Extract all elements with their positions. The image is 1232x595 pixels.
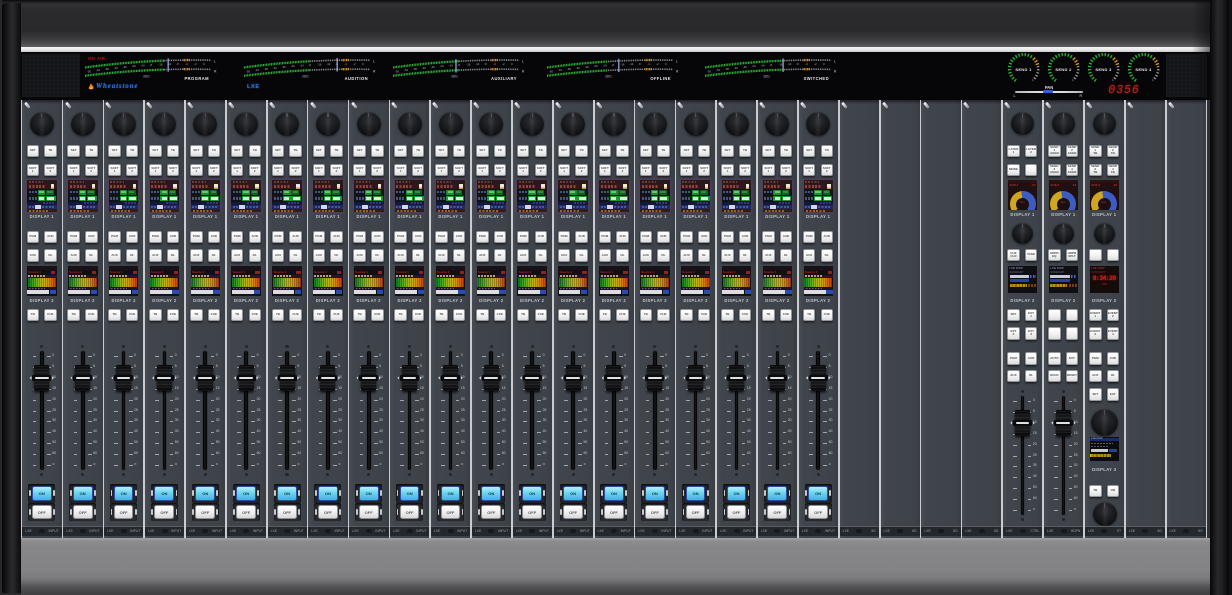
svg-text:-8: -8 [458, 63, 461, 67]
svg-text:0: 0 [362, 62, 364, 66]
svg-text:-32: -32 [273, 66, 277, 70]
svg-text:-2: -2 [656, 62, 659, 66]
svg-text:-8: -8 [335, 62, 338, 66]
svg-text:-26: -26 [123, 65, 127, 69]
svg-text:-16: -16 [620, 63, 624, 67]
svg-text:-50: -50 [87, 69, 91, 73]
svg-text:-16: -16 [158, 63, 162, 67]
svg-text:-4: -4 [647, 62, 650, 66]
svg-text:-26: -26 [743, 65, 747, 69]
svg-text:-38: -38 [413, 67, 417, 71]
svg-text:R: R [834, 70, 837, 74]
svg-text:-8: -8 [638, 62, 641, 66]
svg-text:-12: -12 [787, 62, 791, 66]
svg-text:-12: -12 [475, 62, 479, 66]
svg-text:-44: -44 [716, 68, 720, 72]
svg-text:-8: -8 [770, 63, 773, 67]
svg-text:-16: -16 [317, 63, 321, 67]
svg-text:-50: -50 [395, 69, 399, 73]
svg-text:-2: -2 [194, 62, 197, 66]
svg-text:-32: -32 [114, 66, 118, 70]
svg-text:-8: -8 [309, 63, 312, 67]
svg-text:-2: -2 [502, 62, 505, 66]
svg-text:L: L [522, 60, 524, 64]
svg-text:-50: -50 [707, 69, 711, 73]
svg-text:-32: -32 [422, 66, 426, 70]
svg-text:-20: -20 [440, 64, 444, 68]
svg-text:-44: -44 [558, 68, 562, 72]
svg-text:R: R [676, 70, 679, 74]
svg-text:-14: -14 [300, 64, 304, 68]
svg-text:-38: -38 [567, 67, 571, 71]
svg-text:L: L [834, 60, 836, 64]
svg-text:-20: -20 [594, 64, 598, 68]
svg-text:-12: -12 [629, 62, 633, 66]
svg-text:-50: -50 [549, 69, 553, 73]
svg-text:-14: -14 [603, 64, 607, 68]
svg-text:-26: -26 [431, 65, 435, 69]
svg-text:-2: -2 [814, 62, 817, 66]
svg-text:0: 0 [203, 62, 205, 66]
svg-text:-20: -20 [291, 64, 295, 68]
svg-text:-16: -16 [466, 63, 470, 67]
svg-text:0: 0 [823, 62, 825, 66]
svg-text:L: L [373, 60, 375, 64]
svg-text:-2: -2 [353, 62, 356, 66]
svg-text:-14: -14 [449, 64, 453, 68]
svg-text:-20: -20 [132, 64, 136, 68]
svg-text:-8: -8 [150, 63, 153, 67]
svg-text:-12: -12 [326, 62, 330, 66]
svg-text:-38: -38 [105, 67, 109, 71]
svg-text:-44: -44 [255, 68, 259, 72]
svg-text:-4: -4 [805, 62, 808, 66]
svg-text:-38: -38 [725, 67, 729, 71]
svg-text:R: R [373, 70, 376, 74]
svg-text:-38: -38 [264, 67, 268, 71]
svg-text:L: L [214, 60, 216, 64]
svg-text:R: R [214, 70, 217, 74]
svg-text:-20: -20 [752, 64, 756, 68]
svg-text:-14: -14 [761, 64, 765, 68]
svg-text:-50: -50 [246, 69, 250, 73]
svg-text:-32: -32 [576, 66, 580, 70]
svg-text:0: 0 [511, 62, 513, 66]
svg-text:-26: -26 [585, 65, 589, 69]
svg-text:-16: -16 [778, 63, 782, 67]
svg-text:-4: -4 [185, 62, 188, 66]
svg-text:0: 0 [665, 62, 667, 66]
svg-text:-8: -8 [796, 62, 799, 66]
svg-text:-14: -14 [141, 64, 145, 68]
svg-text:R: R [522, 70, 525, 74]
svg-text:-44: -44 [96, 68, 100, 72]
svg-text:-4: -4 [493, 62, 496, 66]
svg-text:-44: -44 [404, 68, 408, 72]
svg-text:-8: -8 [484, 62, 487, 66]
svg-text:L: L [676, 60, 678, 64]
svg-text:-8: -8 [176, 62, 179, 66]
svg-text:-8: -8 [612, 63, 615, 67]
svg-text:-12: -12 [167, 62, 171, 66]
svg-text:-4: -4 [344, 62, 347, 66]
svg-text:-32: -32 [734, 66, 738, 70]
svg-text:-26: -26 [282, 65, 286, 69]
